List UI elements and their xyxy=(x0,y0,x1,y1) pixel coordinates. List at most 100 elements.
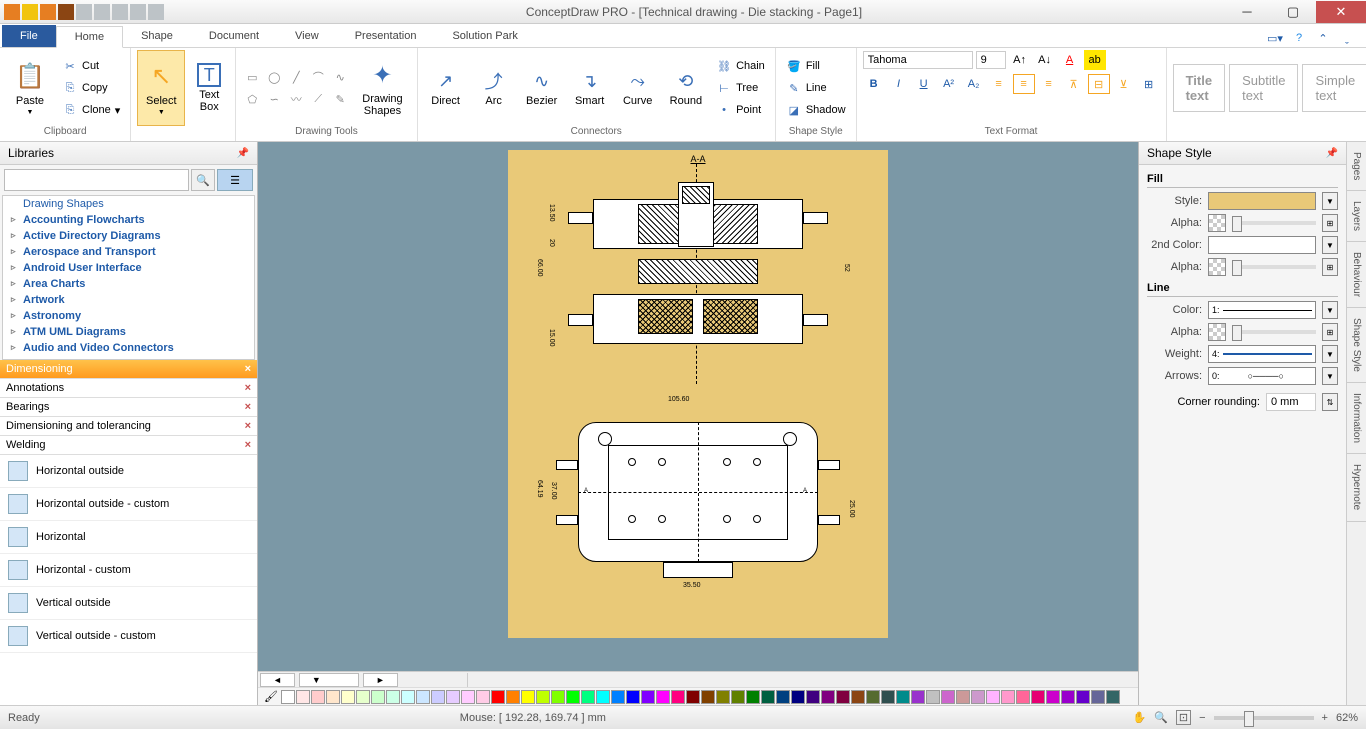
fill-style-swatch[interactable] xyxy=(1208,192,1316,210)
color-swatch[interactable] xyxy=(371,690,385,704)
point-button[interactable]: •Point xyxy=(712,100,769,120)
decrease-font-icon[interactable]: A↓ xyxy=(1034,50,1056,70)
close-category-icon[interactable]: × xyxy=(245,439,251,451)
arc-connector[interactable]: ⤴Arc xyxy=(472,67,516,109)
color-swatch[interactable] xyxy=(866,690,880,704)
cut-button[interactable]: ✂Cut xyxy=(58,56,124,76)
clone-button[interactable]: ⎘Clone ▾ xyxy=(58,100,124,120)
tool-poly-icon[interactable]: ⬠ xyxy=(242,89,262,109)
color-swatch[interactable] xyxy=(821,690,835,704)
color-swatch[interactable] xyxy=(626,690,640,704)
solution-park-tab[interactable]: Solution Park xyxy=(434,25,535,47)
highlight-icon[interactable]: ab xyxy=(1084,50,1106,70)
color-swatch[interactable] xyxy=(551,690,565,704)
qa-icon-2[interactable] xyxy=(22,4,38,20)
qa-icon-7[interactable] xyxy=(112,4,128,20)
side-tab-pages[interactable]: Pages xyxy=(1347,142,1366,191)
color-swatch[interactable] xyxy=(671,690,685,704)
color-swatch[interactable] xyxy=(956,690,970,704)
color-swatch[interactable] xyxy=(836,690,850,704)
color-swatch[interactable] xyxy=(911,690,925,704)
color-swatch[interactable] xyxy=(296,690,310,704)
text-options-icon[interactable]: ⊞ xyxy=(1138,74,1160,94)
tool-rect-icon[interactable]: ▭ xyxy=(242,67,262,87)
align-middle-icon[interactable]: ⊟ xyxy=(1088,74,1110,94)
window-menu-icon[interactable]: ▭▾ xyxy=(1266,29,1284,47)
line-button[interactable]: ✎Line xyxy=(782,78,850,98)
library-category[interactable]: Dimensioning and tolerancing× xyxy=(0,417,257,436)
library-category[interactable]: Annotations× xyxy=(0,379,257,398)
fill-dropdown[interactable]: ▼ xyxy=(1322,192,1338,210)
search-input[interactable] xyxy=(4,169,189,191)
tool-spline-icon[interactable]: ∽ xyxy=(264,89,284,109)
presentation-tab[interactable]: Presentation xyxy=(337,25,435,47)
line-weight-swatch[interactable]: 4: xyxy=(1208,345,1316,363)
bezier-connector[interactable]: ∿Bezier xyxy=(520,67,564,109)
color-swatch[interactable] xyxy=(656,690,670,704)
line-alpha-slider[interactable] xyxy=(1232,330,1316,334)
color-swatch[interactable] xyxy=(641,690,655,704)
tool-arc-icon[interactable]: ⌒ xyxy=(308,67,328,87)
color-swatch[interactable] xyxy=(401,690,415,704)
close-category-icon[interactable]: × xyxy=(245,363,251,375)
library-tree-item[interactable]: Accounting Flowcharts xyxy=(3,212,254,228)
arrows-dropdown[interactable]: ▼ xyxy=(1322,367,1338,385)
shape-item[interactable]: Vertical outside xyxy=(0,587,257,620)
superscript-icon[interactable]: A² xyxy=(938,74,960,94)
subtitle-text-placeholder[interactable]: Subtitle text xyxy=(1229,64,1298,112)
shape-item[interactable]: Vertical outside - custom xyxy=(0,620,257,653)
color-swatch[interactable] xyxy=(1091,690,1105,704)
color-swatch[interactable] xyxy=(476,690,490,704)
zoom-slider[interactable] xyxy=(1214,716,1314,720)
color-swatch[interactable] xyxy=(926,690,940,704)
color-swatch[interactable] xyxy=(596,690,610,704)
library-tree-item[interactable]: Aerospace and Transport xyxy=(3,244,254,260)
color-swatch[interactable] xyxy=(776,690,790,704)
align-left-icon[interactable]: ≡ xyxy=(988,74,1010,94)
subscript-icon[interactable]: A₂ xyxy=(963,74,985,94)
color-swatch[interactable] xyxy=(806,690,820,704)
library-tree[interactable]: Drawing ShapesAccounting FlowchartsActiv… xyxy=(2,195,255,360)
arrows-swatch[interactable]: 0:○────○ xyxy=(1208,367,1316,385)
color-swatch[interactable] xyxy=(971,690,985,704)
color-swatch[interactable] xyxy=(1046,690,1060,704)
color-swatch[interactable] xyxy=(986,690,1000,704)
color-swatch[interactable] xyxy=(1061,690,1075,704)
tool-freehand-icon[interactable]: ✎ xyxy=(330,89,350,109)
side-tab-behaviour[interactable]: Behaviour xyxy=(1347,242,1366,308)
tool-ellipse-icon[interactable]: ◯ xyxy=(264,67,284,87)
close-category-icon[interactable]: × xyxy=(245,382,251,394)
select-button[interactable]: ↖ Select ▼ xyxy=(137,50,185,126)
color-swatch[interactable] xyxy=(521,690,535,704)
pan-icon[interactable]: ✋ xyxy=(1132,711,1146,724)
italic-icon[interactable]: I xyxy=(888,74,910,94)
library-category[interactable]: Bearings× xyxy=(0,398,257,417)
library-tree-item[interactable]: Drawing Shapes xyxy=(3,196,254,212)
color-swatch[interactable] xyxy=(941,690,955,704)
view-mode-button[interactable]: ☰ xyxy=(217,169,253,191)
help-icon[interactable]: ? xyxy=(1290,29,1308,47)
font-size-combo[interactable] xyxy=(976,51,1006,69)
qa-icon-9[interactable] xyxy=(148,4,164,20)
color-swatch[interactable] xyxy=(281,690,295,704)
simple-text-placeholder[interactable]: Simple text xyxy=(1302,64,1366,112)
curve-connector[interactable]: ⤳Curve xyxy=(616,67,660,109)
color-swatch[interactable] xyxy=(386,690,400,704)
qa-icon-5[interactable] xyxy=(76,4,92,20)
corner-spinner[interactable]: ⇅ xyxy=(1322,393,1338,411)
qa-icon-3[interactable] xyxy=(40,4,56,20)
chain-button[interactable]: ⛓Chain xyxy=(712,56,769,76)
drawing-page[interactable]: A-A xyxy=(508,150,888,638)
library-tree-item[interactable]: Artwork xyxy=(3,292,254,308)
color-swatch[interactable] xyxy=(731,690,745,704)
color-swatch[interactable] xyxy=(761,690,775,704)
second-color-swatch[interactable] xyxy=(1208,236,1316,254)
color-swatch[interactable] xyxy=(896,690,910,704)
color-swatch[interactable] xyxy=(311,690,325,704)
qa-icon-4[interactable] xyxy=(58,4,74,20)
pin-icon[interactable]: 📌 xyxy=(237,148,249,159)
text-box-button[interactable]: T Text Box xyxy=(189,50,229,126)
color-swatch[interactable] xyxy=(326,690,340,704)
minimize-button[interactable]: ─ xyxy=(1224,1,1270,23)
shape-item[interactable]: Horizontal outside xyxy=(0,455,257,488)
